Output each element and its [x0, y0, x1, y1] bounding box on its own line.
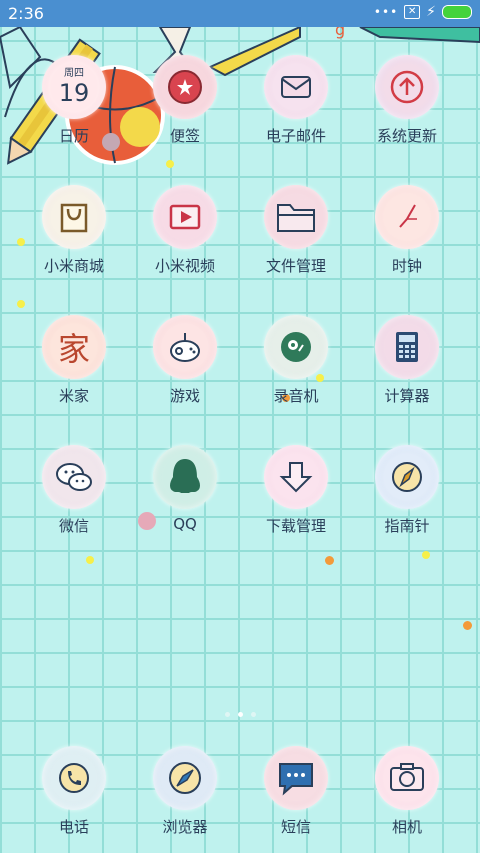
app-label: 米家 [58, 387, 89, 405]
app-label: 便签 [169, 127, 200, 145]
app-label: 录音机 [273, 387, 319, 405]
dock-app-camera[interactable]: 相机 [352, 746, 462, 837]
app-notes[interactable]: 便签 [130, 55, 240, 146]
update-icon [375, 55, 439, 119]
calendar-day: 19 [58, 79, 90, 107]
battery-level [443, 6, 471, 18]
download-icon [264, 445, 328, 509]
status-bar: 2:36 ••• ✕ ⚡ [0, 0, 480, 27]
app-label: 指南针 [384, 517, 430, 535]
app-compass[interactable]: 指南针 [352, 445, 462, 536]
app-label: 下载管理 [265, 517, 326, 535]
page-dot [250, 712, 256, 717]
email-icon [264, 55, 328, 119]
mijia-glyph: 家 [57, 330, 90, 368]
compass-icon [375, 445, 439, 509]
qq-icon [153, 445, 217, 509]
browser-icon [153, 746, 217, 810]
app-label: 小米视频 [154, 257, 215, 275]
app-label: QQ [173, 515, 197, 533]
app-calculator[interactable]: 计算器 [352, 315, 462, 406]
app-wechat[interactable]: 微信 [19, 445, 129, 536]
app-label: 微信 [58, 517, 89, 535]
app-calendar[interactable]: 周四 19 日历 [19, 55, 129, 146]
app-qq[interactable]: QQ [130, 445, 240, 533]
page-indicator[interactable] [0, 702, 480, 721]
app-email[interactable]: 电子邮件 [241, 55, 351, 146]
notes-icon [153, 55, 217, 119]
mijia-icon: 家 [42, 315, 106, 379]
app-label: 电子邮件 [265, 127, 326, 145]
wechat-icon [42, 445, 106, 509]
app-download-manager[interactable]: 下载管理 [241, 445, 351, 536]
no-sim-icon: ✕ [404, 5, 421, 19]
signal-dots-icon: ••• [373, 5, 399, 19]
camera-icon [375, 746, 439, 810]
app-label: 小米商城 [43, 257, 104, 275]
app-system-update[interactable]: 系统更新 [352, 55, 462, 146]
video-icon [153, 185, 217, 249]
app-mi-store[interactable]: 小米商城 [19, 185, 129, 276]
app-label: 电话 [58, 818, 89, 836]
app-label: 文件管理 [265, 257, 326, 275]
dock-app-phone[interactable]: 电话 [19, 746, 129, 837]
message-icon [264, 746, 328, 810]
app-games[interactable]: 游戏 [130, 315, 240, 406]
calculator-icon [375, 315, 439, 379]
page-dot-current [237, 712, 243, 717]
app-label: 游戏 [169, 387, 200, 405]
app-mi-video[interactable]: 小米视频 [130, 185, 240, 276]
app-label: 计算器 [384, 387, 430, 405]
svg-text:g: g [335, 27, 345, 39]
gamepad-icon [153, 315, 217, 379]
dock-app-messages[interactable]: 短信 [241, 746, 351, 837]
recorder-icon [264, 315, 328, 379]
calendar-icon: 周四 19 [42, 55, 106, 119]
charging-icon: ⚡ [426, 4, 436, 20]
app-recorder[interactable]: 录音机 [241, 315, 351, 406]
status-time: 2:36 [8, 4, 44, 23]
app-mijia[interactable]: 家 米家 [19, 315, 129, 406]
app-label: 相机 [391, 818, 422, 836]
page-dot [224, 712, 230, 717]
app-label: 系统更新 [376, 127, 437, 145]
app-label: 浏览器 [162, 818, 208, 836]
app-file-manager[interactable]: 文件管理 [241, 185, 351, 276]
shopping-bag-icon [42, 185, 106, 249]
app-clock[interactable]: 时钟 [352, 185, 462, 276]
app-label: 短信 [280, 818, 311, 836]
clock-icon [375, 185, 439, 249]
battery-icon [442, 5, 472, 19]
folder-icon [264, 185, 328, 249]
phone-icon [42, 746, 106, 810]
dock-app-browser[interactable]: 浏览器 [130, 746, 240, 837]
app-label: 日历 [58, 127, 89, 145]
app-label: 时钟 [391, 257, 422, 275]
